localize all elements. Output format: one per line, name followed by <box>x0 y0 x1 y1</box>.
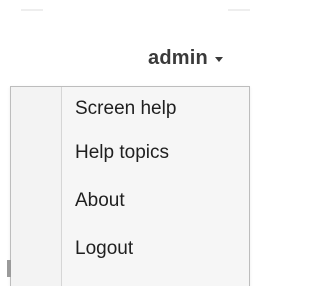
background-edge <box>7 260 11 277</box>
user-menu-trigger[interactable]: admin <box>148 45 223 71</box>
menu-item-logout[interactable]: Logout <box>62 225 249 273</box>
top-divider-right <box>228 9 250 11</box>
user-name: admin <box>148 46 208 69</box>
top-divider-left <box>21 9 43 11</box>
menu-item-about[interactable]: About <box>62 177 249 225</box>
caret-down-icon <box>214 56 223 62</box>
menu-item-screen-help[interactable]: Screen help <box>62 89 249 129</box>
dropdown-list: Screen help Help topics About Logout <box>62 87 249 273</box>
menu-item-help-topics[interactable]: Help topics <box>62 129 249 177</box>
dropdown-icon-rail <box>11 87 62 286</box>
user-dropdown-menu: Screen help Help topics About Logout <box>10 86 250 286</box>
